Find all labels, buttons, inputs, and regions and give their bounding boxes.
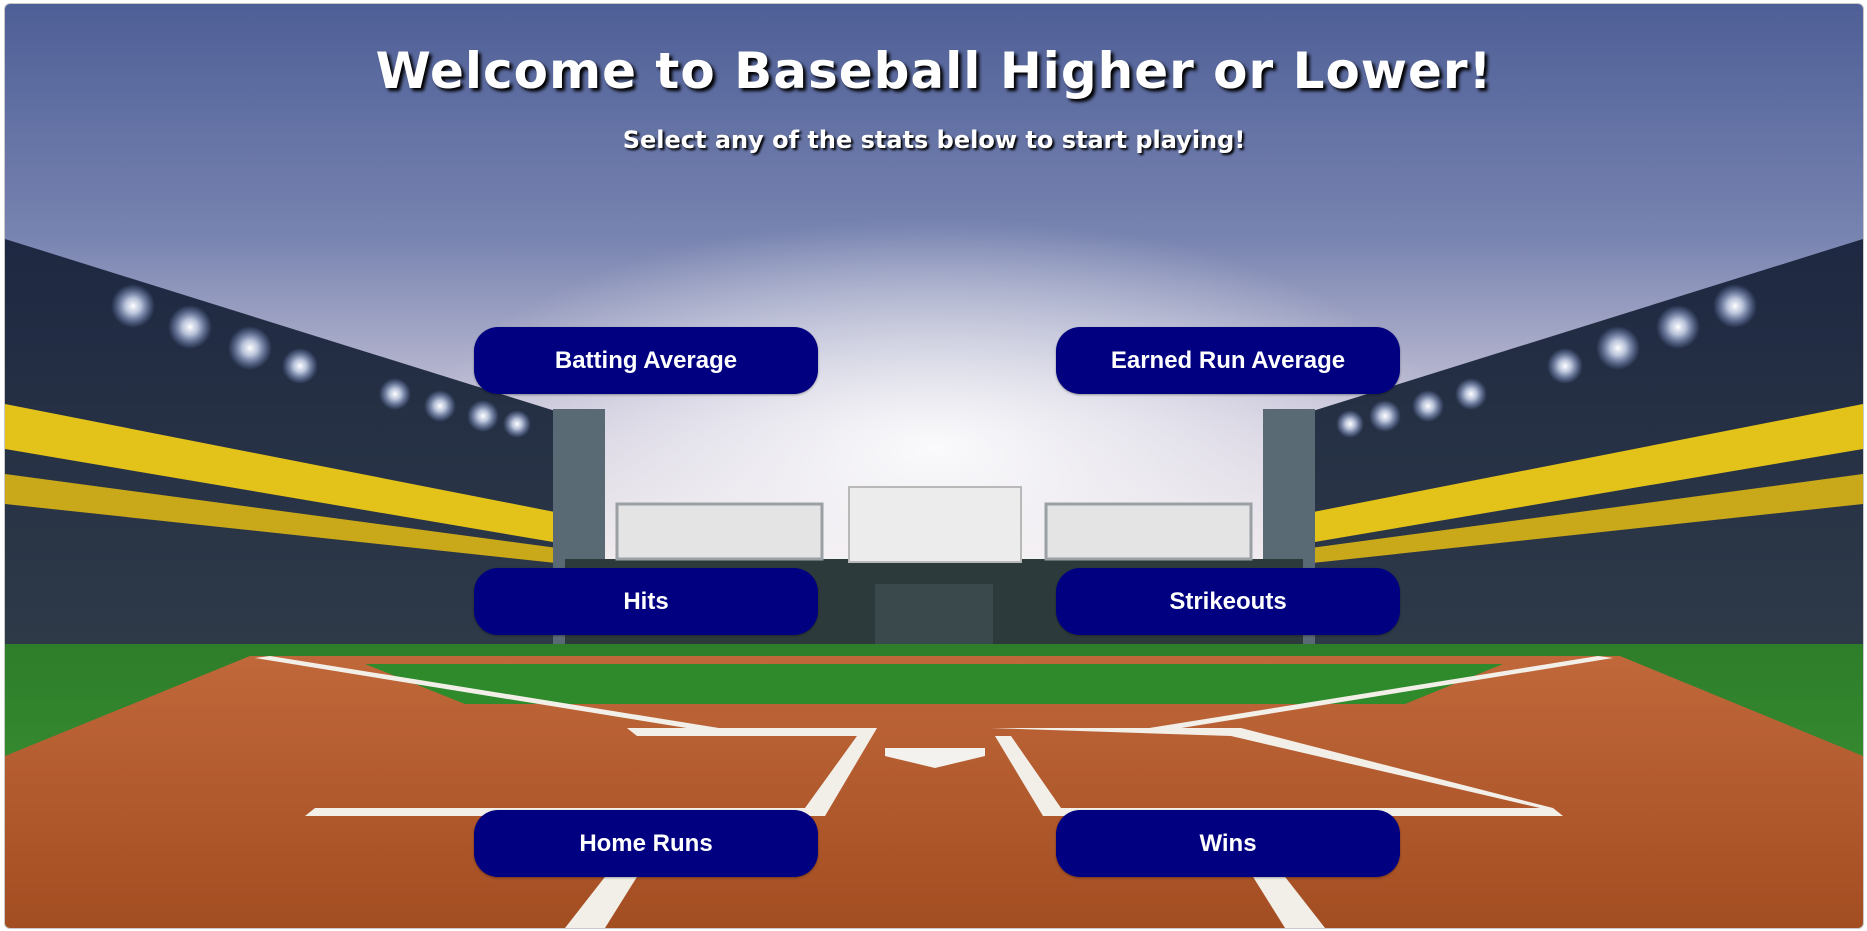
wins-button[interactable]: Wins [1056,810,1400,877]
hits-button[interactable]: Hits [474,568,818,635]
page-subtitle: Select any of the stats below to start p… [622,126,1246,154]
home-runs-button[interactable]: Home Runs [474,810,818,877]
earned-run-average-button[interactable]: Earned Run Average [1056,327,1400,394]
batting-average-button[interactable]: Batting Average [474,327,818,394]
strikeouts-button[interactable]: Strikeouts [1056,568,1400,635]
game-window: Welcome to Baseball Higher or Lower! Sel… [4,3,1864,929]
page-title: Welcome to Baseball Higher or Lower! [375,42,1493,100]
